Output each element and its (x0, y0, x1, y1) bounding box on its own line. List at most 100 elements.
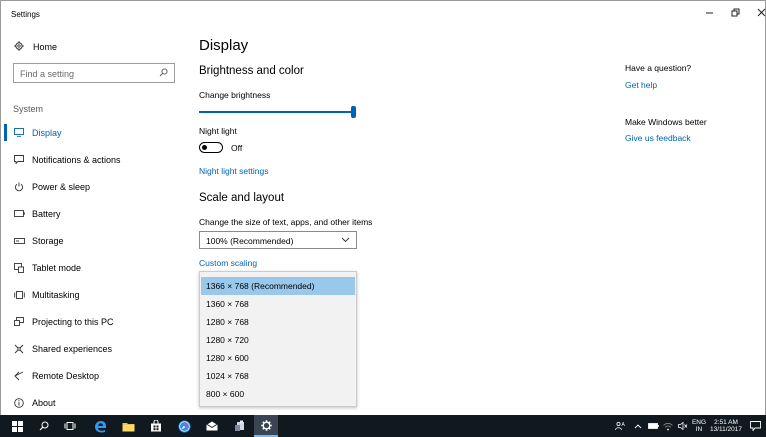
home-nav-item[interactable]: Home (13, 39, 57, 55)
sidebar-item-label: Storage (32, 235, 64, 246)
resolution-option[interactable]: 1366 × 768 (Recommended) (201, 277, 355, 295)
edge-browser-icon (94, 420, 106, 432)
resolution-dropdown[interactable]: 1366 × 768 (Recommended) 1360 × 768 1280… (199, 271, 357, 407)
action-center-icon (749, 421, 761, 431)
sidebar-item-label: Tablet mode (32, 262, 82, 273)
sidebar-item-tablet-mode[interactable]: Tablet mode (1, 254, 189, 281)
scale-size-label: Change the size of text, apps, and other… (199, 217, 373, 227)
brightness-slider-thumb[interactable] (351, 106, 356, 118)
clock[interactable]: 2:51 AM 13/11/2017 (708, 419, 744, 433)
search-icon (39, 421, 49, 431)
sidebar-item-remote-desktop[interactable]: Remote Desktop (1, 362, 189, 389)
sidebar-item-display[interactable]: Display (1, 119, 189, 146)
feedback-heading: Make Windows better (625, 117, 707, 127)
night-light-state: Off (231, 143, 243, 153)
close-button[interactable] (748, 5, 766, 23)
task-view-button[interactable] (58, 415, 82, 437)
language-code: ENG (691, 419, 707, 426)
store-bag-icon (151, 420, 161, 432)
sidebar-item-label: Notifications & actions (32, 154, 121, 165)
question-heading: Have a question? (625, 63, 692, 73)
resolution-option[interactable]: 800 × 600 (201, 385, 355, 403)
sidebar-item-battery[interactable]: Battery (1, 200, 189, 227)
clock-time: 2:51 AM (714, 419, 738, 426)
app-taskbar-button[interactable] (228, 415, 252, 437)
taskbar: A ENG IN 2:51 AM 13/11/2017 (0, 415, 766, 437)
resolution-option[interactable]: 1280 × 720 (201, 331, 355, 349)
sidebar: Home System Display Notifications & acti… (1, 29, 189, 416)
edge-taskbar-button[interactable] (88, 415, 112, 437)
sidebar-item-label: Projecting to this PC (32, 316, 114, 327)
sidebar-item-label: Battery (32, 208, 61, 219)
action-center-button[interactable] (746, 415, 764, 437)
projecting-icon (13, 317, 25, 327)
sidebar-item-notifications[interactable]: Notifications & actions (1, 146, 189, 173)
scale-heading: Scale and layout (199, 192, 285, 204)
battery-icon (13, 209, 25, 219)
resolution-option[interactable]: 1280 × 600 (201, 349, 355, 367)
resolution-option[interactable]: 1024 × 768 (201, 367, 355, 385)
search-box[interactable] (13, 63, 175, 83)
battery-icon[interactable] (646, 415, 660, 437)
gear-icon (260, 419, 272, 431)
search-input[interactable] (20, 67, 156, 80)
wifi-icon[interactable] (661, 415, 675, 437)
window-title: Settings (11, 10, 40, 19)
night-light-toggle[interactable] (199, 142, 223, 153)
brightness-slider[interactable] (199, 106, 357, 118)
give-feedback-link[interactable]: Give us feedback (625, 133, 691, 143)
file-explorer-taskbar-button[interactable] (116, 415, 140, 437)
start-button[interactable] (4, 415, 30, 437)
language-indicator[interactable]: ENG IN (691, 419, 707, 433)
brightness-label: Change brightness (199, 90, 271, 100)
task-view-icon (64, 422, 76, 430)
settings-taskbar-button[interactable] (254, 415, 278, 437)
night-light-settings-link[interactable]: Night light settings (199, 166, 268, 176)
sidebar-item-projecting[interactable]: Projecting to this PC (1, 308, 189, 335)
resolution-option[interactable]: 1360 × 768 (201, 295, 355, 313)
close-icon (757, 8, 765, 17)
sidebar-item-label: Multitasking (32, 289, 80, 300)
brightness-slider-track[interactable] (199, 111, 351, 113)
sidebar-item-label: Power & sleep (32, 181, 91, 192)
sidebar-item-multitasking[interactable]: Multitasking (1, 281, 189, 308)
scale-select[interactable]: 100% (Recommended) (199, 231, 357, 249)
home-label: Home (33, 42, 58, 52)
page-title: Display (199, 37, 249, 54)
language-region: IN (695, 426, 703, 433)
resolution-option[interactable]: 1280 × 768 (201, 313, 355, 331)
mail-taskbar-button[interactable] (200, 415, 224, 437)
maximize-button[interactable] (722, 5, 748, 23)
power-icon (13, 182, 25, 192)
section-label-system: System (13, 104, 44, 114)
safari-taskbar-button[interactable] (172, 415, 196, 437)
main-content: Display Brightness and color Change brig… (199, 29, 619, 416)
minimize-button[interactable] (696, 5, 722, 23)
volume-icon[interactable] (676, 415, 690, 437)
compass-icon (178, 420, 190, 432)
search-taskbar-button[interactable] (32, 415, 56, 437)
windows-logo-icon (11, 420, 23, 432)
chevron-up-icon[interactable] (632, 415, 644, 437)
sidebar-item-shared-experiences[interactable]: Shared experiences (1, 335, 189, 362)
svg-text:A: A (622, 422, 626, 428)
custom-scaling-link[interactable]: Custom scaling (199, 258, 257, 268)
store-taskbar-button[interactable] (144, 415, 168, 437)
people-icon[interactable]: A (612, 415, 628, 437)
sidebar-item-about[interactable]: About (1, 389, 189, 416)
app-tile-icon (235, 420, 244, 431)
get-help-link[interactable]: Get help (625, 80, 657, 90)
folder-icon (122, 422, 134, 431)
sidebar-item-power-sleep[interactable]: Power & sleep (1, 173, 189, 200)
search-icon[interactable] (159, 68, 168, 77)
minimize-icon (705, 12, 713, 14)
clock-date: 13/11/2017 (709, 426, 743, 433)
notification-icon (13, 155, 25, 165)
toggle-knob (202, 144, 207, 150)
storage-icon (13, 236, 25, 246)
sidebar-item-storage[interactable]: Storage (1, 227, 189, 254)
info-icon (13, 397, 25, 408)
shared-experiences-icon (13, 344, 25, 354)
title-bar[interactable]: Settings (1, 1, 765, 29)
restore-icon (731, 8, 739, 17)
